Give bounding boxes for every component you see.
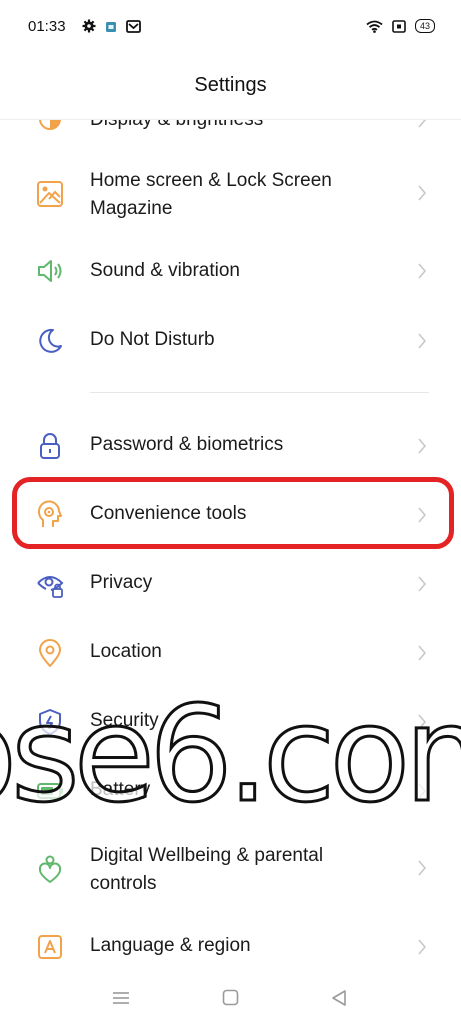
wifi-icon xyxy=(366,20,383,33)
settings-item-label-line2: controls xyxy=(90,873,157,894)
chevron-right-icon xyxy=(418,333,427,349)
settings-item-label: Language & region xyxy=(90,935,251,956)
navigation-bar xyxy=(0,982,461,1024)
app-notification-icon xyxy=(106,21,116,32)
settings-item-password-biometrics[interactable]: Password & biometrics xyxy=(0,416,461,476)
settings-item-label: Home screen & Lock Screen xyxy=(90,170,332,191)
settings-item-label: Location xyxy=(90,641,162,662)
menu-nav-icon[interactable] xyxy=(112,990,130,1006)
settings-item-label: Password & biometrics xyxy=(90,434,284,455)
settings-item-label-line2: Magazine xyxy=(90,198,173,219)
chevron-right-icon xyxy=(418,939,427,955)
settings-item-display-brightness[interactable]: Display & brightness xyxy=(0,120,461,142)
settings-item-home-screen[interactable]: Home screen & Lock Screen Magazine xyxy=(0,160,461,226)
sim-icon xyxy=(392,19,406,33)
status-time: 01:33 xyxy=(28,18,66,35)
chevron-right-icon xyxy=(418,438,427,454)
section-divider xyxy=(90,392,429,393)
gear-icon xyxy=(82,19,96,33)
chevron-right-icon xyxy=(418,645,427,661)
speaker-icon xyxy=(38,260,62,282)
gmail-icon xyxy=(126,19,141,33)
chevron-right-icon xyxy=(418,120,427,128)
settings-item-sound-vibration[interactable]: Sound & vibration xyxy=(0,241,461,301)
settings-item-privacy[interactable]: Privacy xyxy=(0,554,461,614)
chevron-right-icon xyxy=(418,576,427,592)
location-pin-icon xyxy=(39,639,61,667)
page-title: Settings xyxy=(194,74,267,96)
settings-item-location[interactable]: Location xyxy=(0,623,461,683)
watermark: bse6.com xyxy=(0,677,461,816)
display-brightness-icon xyxy=(39,120,61,130)
settings-item-label: Privacy xyxy=(90,572,153,593)
settings-list[interactable]: Display & brightness Home screen & Lock … xyxy=(0,120,461,982)
wellbeing-icon xyxy=(38,855,62,883)
moon-icon xyxy=(39,328,62,353)
settings-item-label: Sound & vibration xyxy=(90,260,240,281)
status-bar: 01:33 43 xyxy=(0,0,461,56)
lock-icon xyxy=(40,433,60,459)
settings-item-label: Display & brightness xyxy=(90,120,263,134)
chevron-right-icon xyxy=(418,185,427,201)
home-nav-icon[interactable] xyxy=(222,989,239,1006)
status-right-icons: 43 xyxy=(366,19,435,33)
svg-text:bse6.com: bse6.com xyxy=(0,678,461,815)
chevron-right-icon xyxy=(418,860,427,876)
settings-item-digital-wellbeing[interactable]: Digital Wellbeing & parental controls xyxy=(0,835,461,901)
chevron-right-icon xyxy=(418,263,427,279)
privacy-eye-icon xyxy=(37,576,64,598)
highlight-box xyxy=(12,477,454,549)
settings-item-label: Digital Wellbeing & parental xyxy=(90,845,324,866)
battery-indicator: 43 xyxy=(414,19,435,33)
settings-item-label: Do Not Disturb xyxy=(90,329,215,350)
home-screen-icon xyxy=(37,181,63,207)
language-icon xyxy=(38,935,62,959)
settings-item-do-not-disturb[interactable]: Do Not Disturb xyxy=(0,311,461,371)
settings-item-language-region[interactable]: Language & region xyxy=(0,917,461,977)
status-left-icons xyxy=(82,19,141,33)
back-nav-icon[interactable] xyxy=(330,989,348,1007)
